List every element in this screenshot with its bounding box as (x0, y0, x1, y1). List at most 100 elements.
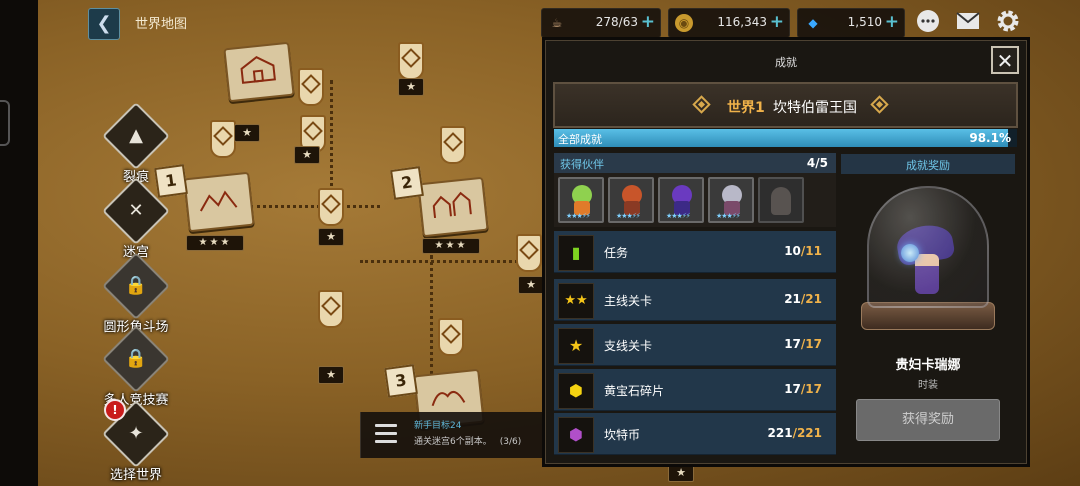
achievement-total: /17 (800, 382, 822, 396)
stage-banner[interactable] (210, 120, 236, 158)
stage-card[interactable] (183, 171, 255, 233)
partner-portrait[interactable]: ★★★⚡⚡ (558, 177, 604, 223)
gear-icon[interactable] (995, 8, 1021, 34)
stage-banner[interactable] (318, 188, 344, 226)
achievement-total: /21 (800, 292, 822, 306)
achievement-progress: 10/11 (784, 244, 822, 258)
gem-icon: ◆ (808, 16, 818, 30)
coffee-cup-icon: ☕ (551, 16, 563, 30)
mail-icon[interactable] (955, 8, 981, 34)
claim-reward-button[interactable]: 获得奖励 (856, 399, 1000, 441)
overall-progress-label: 全部成就 (558, 133, 602, 146)
stage-banner[interactable] (298, 68, 324, 106)
world-number: 世界1 (727, 100, 765, 116)
quest-tracker[interactable]: 新手目标24 通关迷宫6个副本。 (3/6) (360, 412, 547, 458)
reward-header: 成就奖励 (841, 154, 1015, 174)
star-icon: ★ (558, 328, 594, 364)
nav-world-select[interactable]: ✦ 选择世界 (96, 400, 176, 483)
partners-section: 获得伙伴 4/5 ★★★⚡⚡ ★★★⚡⚡ ★★★⚡⚡ ★★★⚡⚡ (554, 153, 836, 227)
alert-badge: ! (104, 399, 126, 421)
add-stamina-button[interactable]: + (641, 12, 655, 32)
achievement-progress: 17/17 (784, 337, 822, 351)
world-header: 世界1 坎特伯雷王国 (553, 82, 1018, 128)
partner-portrait-locked[interactable] (758, 177, 804, 223)
gem-shard-icon: ⬢ (558, 373, 594, 409)
partner-portrait[interactable]: ★★★⚡⚡ (658, 177, 704, 223)
achievement-progress: 221/221 (768, 426, 823, 440)
partner-portrait[interactable]: ★★★⚡⚡ (608, 177, 654, 223)
reward-label: 成就奖励 (906, 159, 950, 172)
achievement-current: 17 (784, 337, 801, 351)
stage-number: 2 (390, 166, 424, 200)
stage-banner[interactable] (398, 42, 424, 80)
nav-rift[interactable]: ▲ 裂痕 (96, 102, 176, 185)
reward-type: 时装 (918, 380, 938, 391)
back-button[interactable]: ❮ (88, 8, 120, 40)
quest-desc-text: 通关迷宫6个副本。 (414, 437, 492, 447)
overall-progress-fill (554, 129, 1009, 147)
partners-header: 获得伙伴 4/5 (554, 153, 836, 173)
add-gem-button[interactable]: + (885, 12, 899, 32)
panel-title: 成就 (775, 56, 797, 69)
achievement-label: 黄宝石碎片 (604, 384, 665, 398)
partner-level: ★★★⚡⚡ (716, 212, 741, 220)
map-road (430, 255, 433, 375)
stage-star-tag: ★ (668, 464, 694, 482)
stage-banner[interactable] (438, 318, 464, 356)
achievement-current: 17 (784, 382, 801, 396)
gold-value: 116,343 (717, 15, 767, 29)
lock-icon: 🔒 (102, 252, 170, 320)
gold-coin-icon: ◉ (675, 14, 693, 32)
quest-description: 通关迷宫6个副本。 (3/6) (414, 434, 521, 447)
stage-number: 3 (384, 364, 418, 398)
lock-icon: 🔒 (102, 325, 170, 393)
crossed-swords-icon: ✕ (102, 177, 170, 245)
rift-icon: ▲ (102, 102, 170, 170)
ruins-sketch-icon (199, 190, 238, 212)
achievement-label: 坎特币 (604, 428, 641, 442)
achievement-total: /17 (800, 337, 822, 351)
nav-pvp[interactable]: 🔒 多人竞技赛 (96, 325, 176, 408)
achievement-row-main-stages: ★★ 主线关卡 21/21 (554, 279, 836, 321)
stage-star-tag: ★ (318, 228, 344, 246)
stage-banner[interactable] (318, 290, 344, 328)
village-sketch-icon (432, 191, 472, 219)
achievement-row-kanter-coins: ⬢ 坎特币 221/221 (554, 413, 836, 455)
reward-name: 贵妇卡瑞娜 (895, 358, 961, 373)
stage-card[interactable] (223, 41, 295, 103)
close-button[interactable]: ✕ (991, 46, 1019, 74)
stage-card[interactable] (417, 176, 489, 238)
gem-counter[interactable]: ◆ 1,510 + (797, 8, 905, 38)
achievement-current: 21 (784, 292, 801, 306)
stage-banner[interactable] (440, 126, 466, 164)
capsule-glass (867, 186, 989, 308)
achievement-total: /221 (792, 426, 822, 440)
achievement-progress: 17/17 (784, 382, 822, 396)
partner-level: ★★★⚡⚡ (566, 212, 591, 220)
page-title: 世界地图 (135, 17, 188, 32)
menu-icon[interactable] (375, 424, 397, 448)
achievement-progress: 21/21 (784, 292, 822, 306)
stage-star-tag: ★ (398, 78, 424, 96)
achievement-row-side-stages: ★ 支线关卡 17/17 (554, 324, 836, 366)
chat-icon[interactable] (915, 8, 941, 34)
stage-star-tag: ★ (234, 124, 260, 142)
partner-portrait[interactable]: ★★★⚡⚡ (708, 177, 754, 223)
stamina-counter[interactable]: ☕ 278/63 + (541, 8, 661, 38)
achievement-label: 任务 (604, 246, 629, 260)
stage-star-tag: ★ (518, 276, 544, 294)
gold-counter[interactable]: ◉ 116,343 + (668, 8, 790, 38)
overall-progress-bar: 全部成就 98.1% (554, 129, 1017, 147)
achievement-row-quests: ▮ 任务 10/11 (554, 231, 836, 273)
achievement-current: 221 (767, 426, 793, 440)
nav-labyrinth[interactable]: ✕ 迷宫 (96, 177, 176, 260)
map-road (330, 80, 333, 200)
partners-count: 4/5 (806, 156, 828, 170)
stage-banner[interactable] (516, 234, 542, 272)
diamond-icon (692, 95, 711, 114)
device-edge (0, 0, 38, 486)
nav-arena[interactable]: 🔒 圆形角斗场 (96, 252, 176, 335)
kanter-coin-icon: ⬢ (558, 417, 594, 453)
achievement-label: 主线关卡 (604, 294, 653, 308)
add-gold-button[interactable]: + (770, 12, 784, 32)
